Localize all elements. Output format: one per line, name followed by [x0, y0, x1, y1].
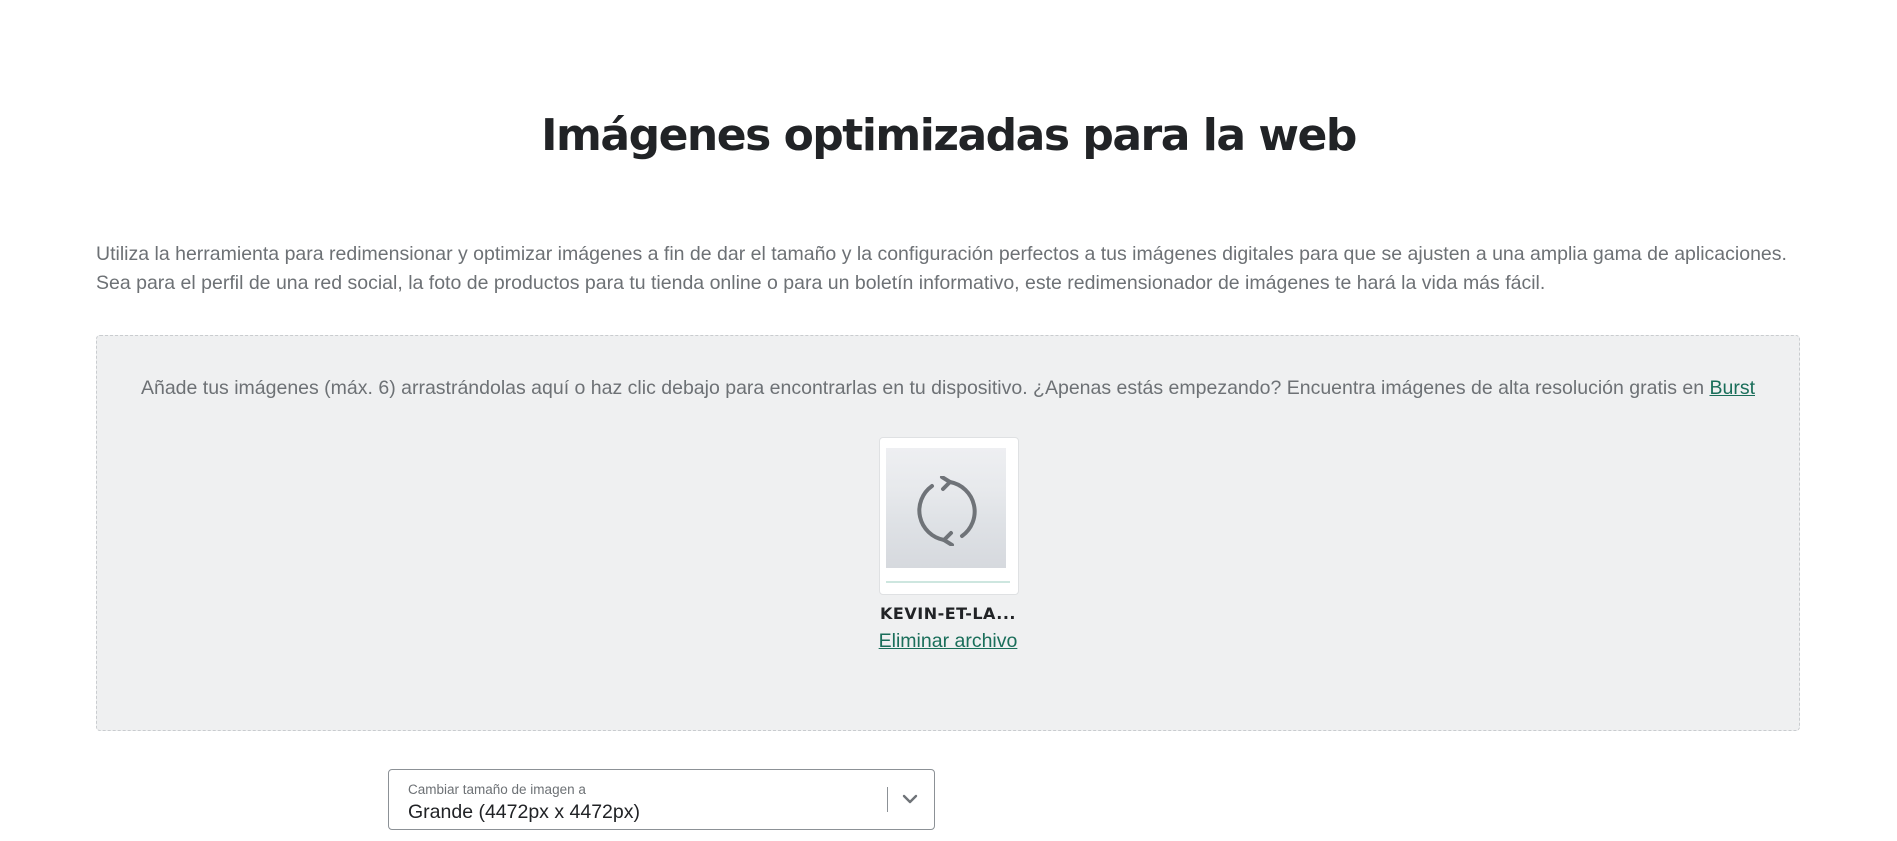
select-divider — [887, 787, 888, 812]
intro-line-1: Utiliza la herramienta para redimensiona… — [96, 243, 1787, 265]
remove-file-link[interactable]: Eliminar archivo — [857, 630, 1039, 653]
intro-text: Utiliza la herramienta para redimensiona… — [96, 240, 1826, 298]
file-thumbnail — [886, 448, 1006, 568]
page-scrollbar[interactable] — [1863, 0, 1880, 841]
page: Imágenes optimizadas para la web Utiliza… — [0, 0, 1880, 841]
resize-select[interactable]: Cambiar tamaño de imagen a Grande (4472p… — [388, 769, 935, 830]
resize-select-value: Grande (4472px x 4472px) — [408, 801, 640, 823]
dropzone-instructions-text: Añade tus imágenes (máx. 6) arrastrándol… — [140, 377, 1705, 399]
refresh-icon — [917, 476, 977, 546]
image-dropzone[interactable]: Añade tus imágenes (máx. 6) arrastrándol… — [96, 335, 1800, 731]
file-name: KEVIN-ET-LA... — [880, 604, 1016, 623]
dropzone-instructions: Añade tus imágenes (máx. 6) arrastrándol… — [97, 377, 1799, 400]
intro-line-2: Sea para el perfil de una red social, la… — [96, 272, 1546, 294]
upload-progress-bar — [886, 581, 1010, 583]
page-title: Imágenes optimizadas para la web — [541, 110, 1357, 161]
resize-select-label: Cambiar tamaño de imagen a — [408, 782, 586, 797]
burst-link[interactable]: Burst — [1709, 377, 1755, 399]
chevron-down-icon[interactable] — [900, 788, 920, 810]
file-thumbnail-card — [879, 437, 1019, 595]
